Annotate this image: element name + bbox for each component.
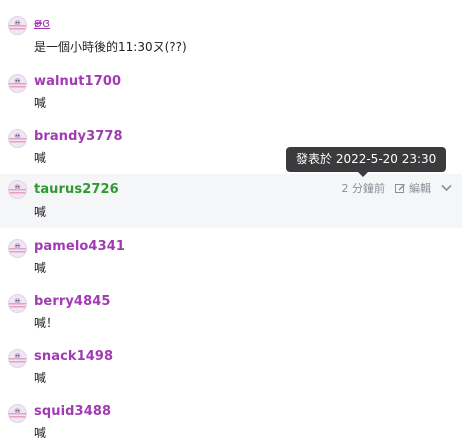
edit-button[interactable]: 編輯	[395, 180, 431, 196]
chevron-down-icon	[441, 184, 452, 191]
avatar-face-icon	[9, 78, 26, 88]
comment-text: 是一個小時後的11:30ㄡ(??)	[34, 40, 187, 54]
more-options-button[interactable]	[441, 182, 452, 195]
comment-text: 喊	[34, 96, 47, 110]
comment-time[interactable]: 2 分鐘前	[342, 180, 386, 196]
comment-author[interactable]: ʚ̴̶̷̷ɞ	[34, 16, 50, 30]
comment-item: berry4845 喊！	[0, 290, 462, 340]
comment-text: 喊	[34, 371, 47, 385]
comment-item: pamelo4341 喊	[0, 235, 462, 285]
avatar-face-icon	[9, 408, 26, 418]
comment-text: 喊	[34, 205, 47, 219]
comment-author[interactable]: snack1498	[34, 349, 113, 364]
avatar[interactable]	[8, 180, 27, 199]
comment-item: walnut1700 喊	[0, 70, 462, 120]
avatar[interactable]	[8, 74, 27, 93]
comment-author[interactable]: squid3488	[34, 404, 111, 419]
timestamp-tooltip: 發表於 2022-5-20 23:30	[286, 147, 447, 177]
comment-text: 喊！	[34, 316, 59, 330]
comment-author[interactable]: taurus2726	[34, 182, 119, 197]
edit-label: 編輯	[409, 182, 431, 195]
edit-icon	[395, 183, 405, 193]
comment-author[interactable]: brandy3778	[34, 129, 123, 144]
comment-text: 喊	[34, 261, 47, 275]
comment-text: 喊	[34, 151, 47, 165]
comment-item: snack1498 喊	[0, 345, 462, 395]
avatar[interactable]	[8, 404, 27, 423]
avatar-face-icon	[9, 20, 26, 30]
avatar[interactable]	[8, 294, 27, 313]
comment-author[interactable]: berry4845	[34, 294, 111, 309]
comment-item: squid3488 喊	[0, 400, 462, 442]
comment-author[interactable]: walnut1700	[34, 74, 121, 89]
avatar[interactable]	[8, 239, 27, 258]
comment-meta: 2 分鐘前 編輯	[342, 180, 453, 196]
avatar-face-icon	[9, 243, 26, 253]
avatar[interactable]	[8, 349, 27, 368]
avatar[interactable]	[8, 129, 27, 148]
comment-text: 喊	[34, 426, 47, 440]
comment-item: ʚ̴̶̷̷ɞ 是一個小時後的11:30ㄡ(??)	[0, 12, 462, 62]
comment-item: taurus2726 喊 2 分鐘前 編輯	[0, 174, 462, 228]
avatar-face-icon	[9, 184, 26, 194]
comment-author[interactable]: pamelo4341	[34, 239, 125, 254]
avatar-face-icon	[9, 298, 26, 308]
avatar-face-icon	[9, 133, 26, 143]
avatar[interactable]	[8, 16, 27, 35]
avatar-face-icon	[9, 353, 26, 363]
